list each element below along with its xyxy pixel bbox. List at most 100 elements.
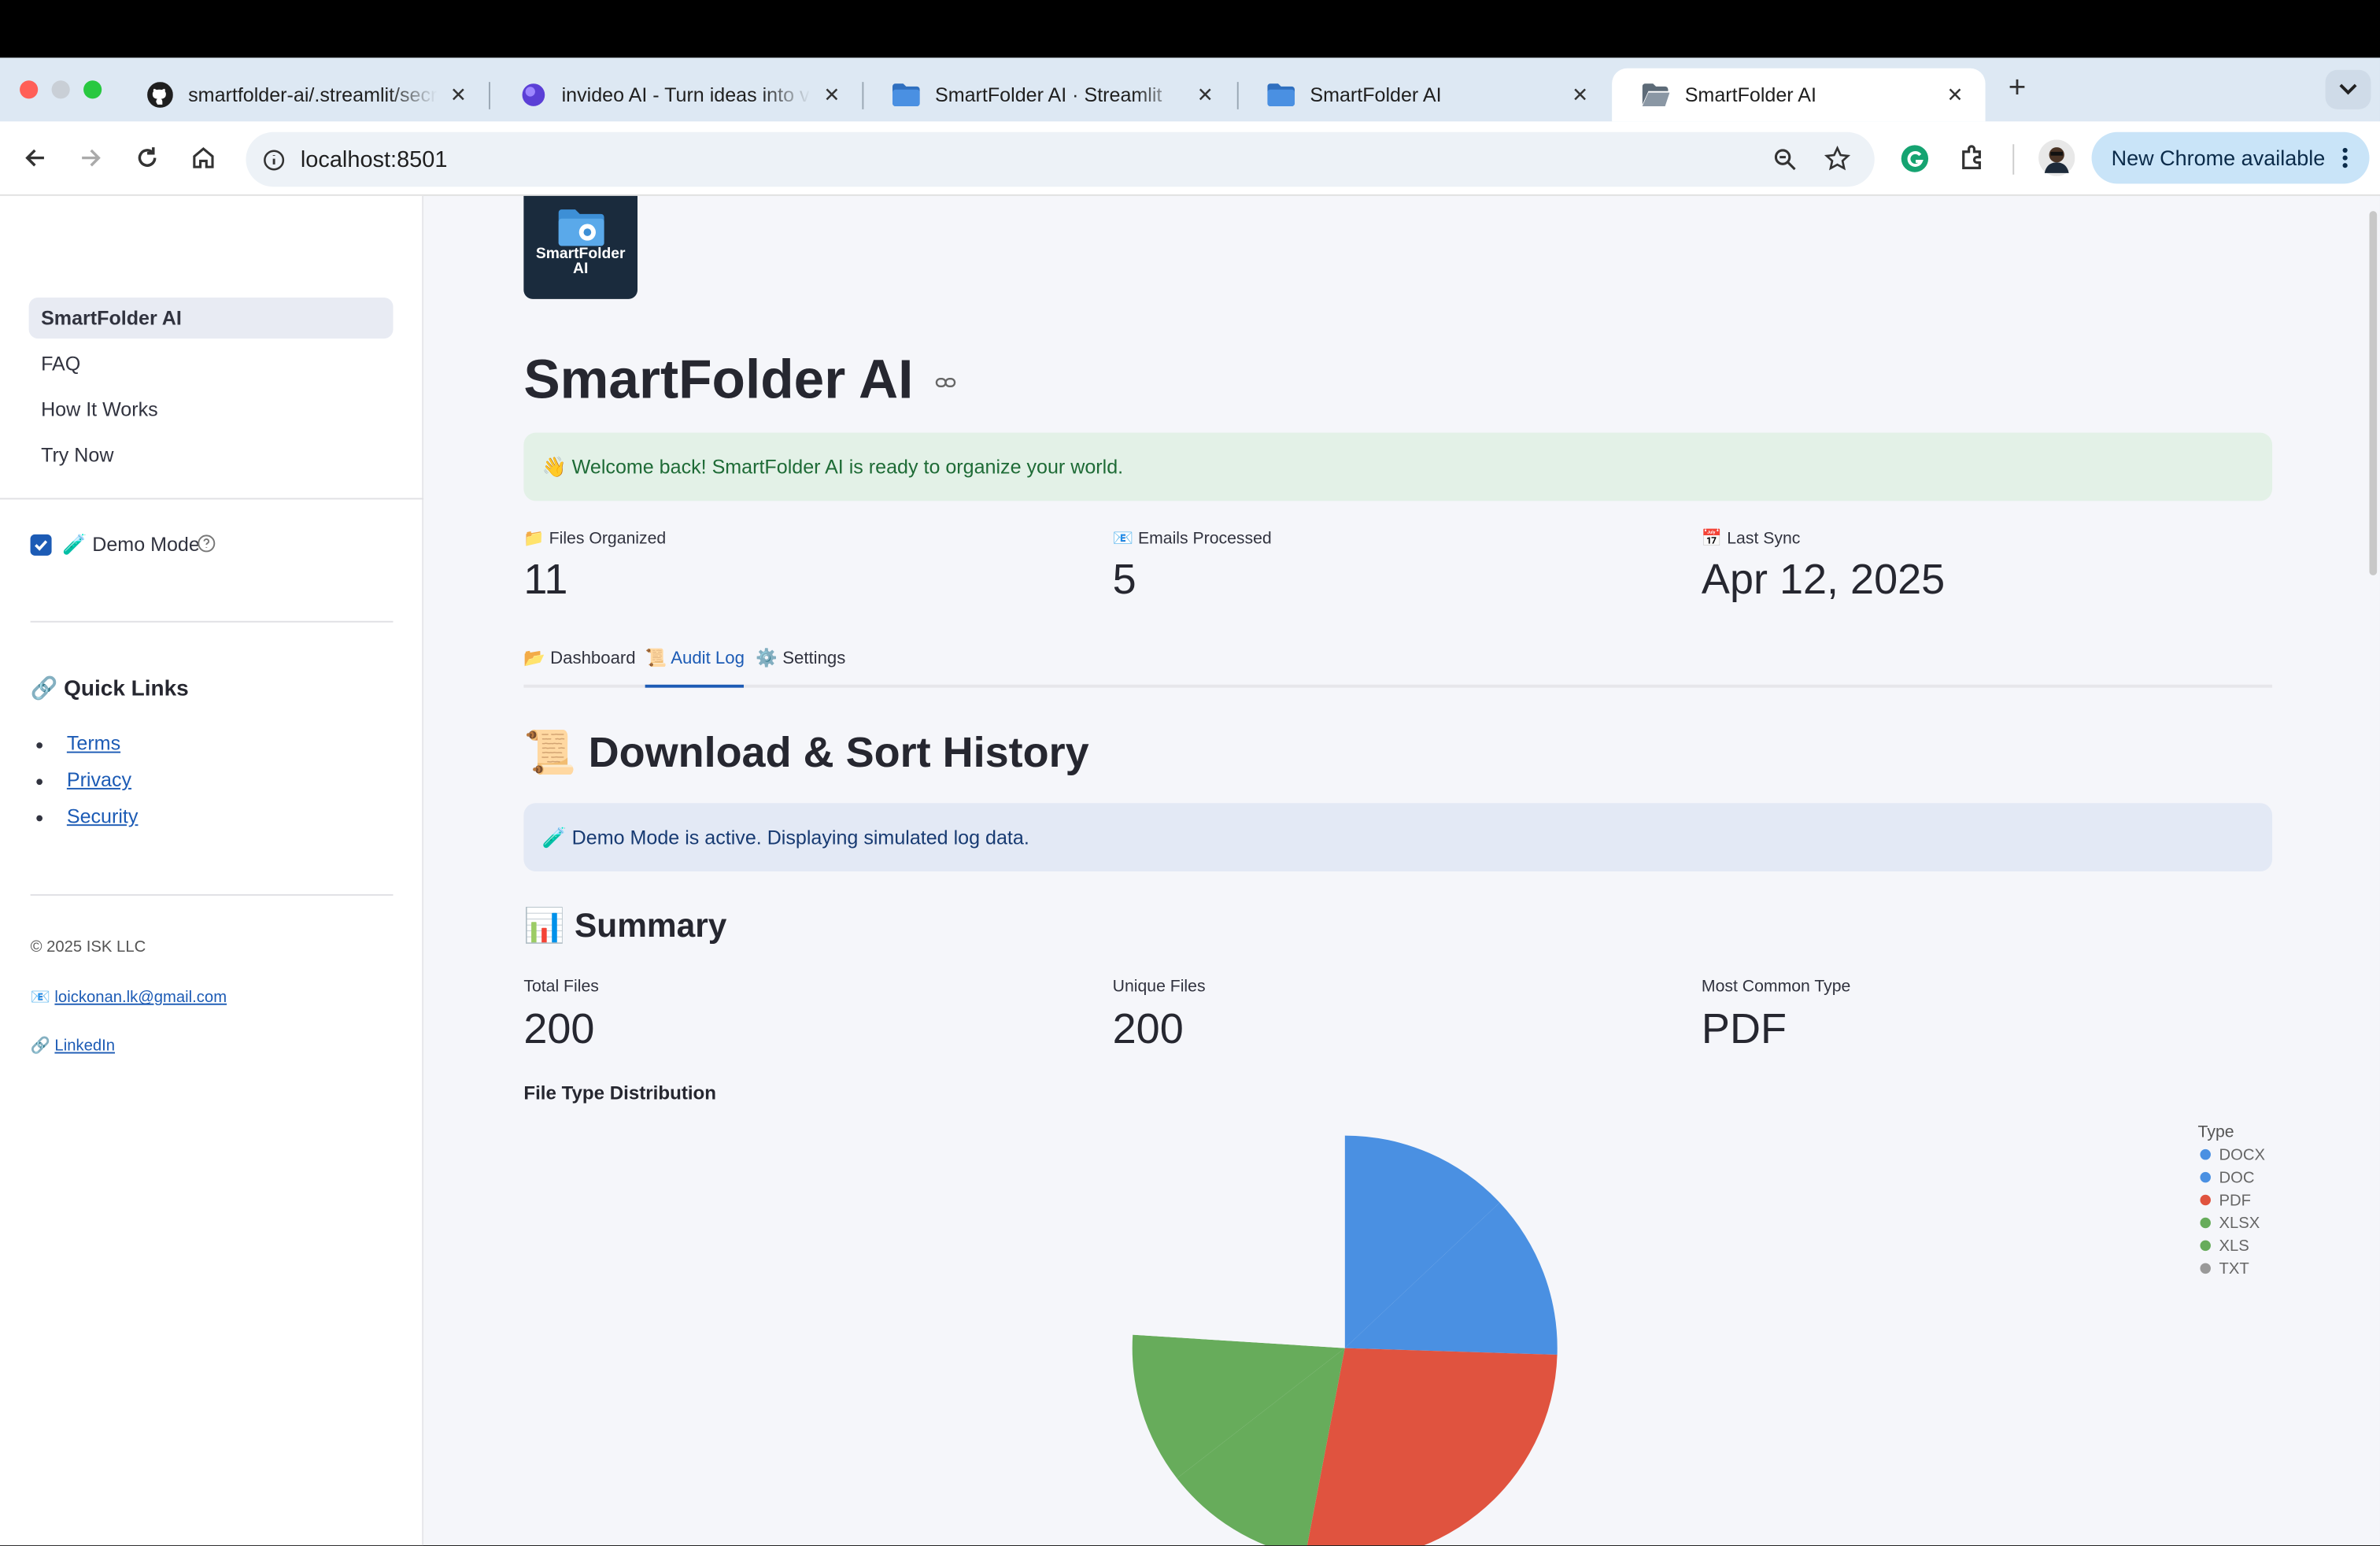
back-button[interactable] — [17, 139, 53, 176]
metric-value: 11 — [523, 555, 568, 603]
help-icon[interactable] — [198, 534, 216, 553]
sidebar-item-faq[interactable]: FAQ — [29, 343, 394, 384]
tab-title: smartfolder-ai/.streamlit/secr — [188, 83, 438, 106]
summary-value: 200 — [523, 1004, 595, 1052]
tab-title: SmartFolder AI — [1310, 83, 1442, 106]
legend-label-xlsx[interactable]: XLSX — [2219, 1215, 2260, 1232]
demo-info-alert: 🧪 Demo Mode is active. Displaying simula… — [523, 803, 2273, 871]
legend-label-pdf[interactable]: PDF — [2219, 1192, 2251, 1209]
extensions-icon[interactable] — [1958, 142, 1987, 172]
tab-title: invideo AI - Turn ideas into vid — [561, 83, 811, 106]
invideo-icon — [519, 81, 547, 109]
sidebar-item-try-now[interactable]: Try Now — [29, 435, 394, 475]
address-bar[interactable]: localhost:8501 — [246, 131, 1875, 187]
legend-swatch-docx — [2200, 1148, 2211, 1160]
new-tab-button[interactable]: + — [2001, 73, 2034, 106]
sidebar-divider — [30, 620, 394, 623]
folder-icon — [892, 81, 920, 109]
maximize-window-button[interactable] — [83, 80, 102, 99]
welcome-alert: 👋 Welcome back! SmartFolder AI is ready … — [523, 432, 2273, 501]
history-heading: 📜 Download & Sort History — [523, 728, 1089, 776]
sidebar-item-smartfolder-ai[interactable]: SmartFolder AI — [28, 297, 394, 339]
legend-swatch-xlsx — [2200, 1217, 2211, 1229]
browser-tab[interactable]: smartfolder-ai/.streamlit/secr ✕ — [116, 68, 489, 121]
page-title: SmartFolder AI — [523, 348, 955, 412]
browser-tab[interactable]: invideo AI - Turn ideas into vid ✕ — [489, 68, 862, 121]
logo-text: AI — [573, 261, 589, 278]
close-tab-icon[interactable]: ✕ — [1568, 83, 1592, 107]
avatar[interactable] — [2038, 139, 2075, 176]
tab-title: SmartFolder AI · Streamlit — [934, 83, 1162, 106]
pie-chart[interactable]: Type DOCX DOC PDF XLSX XLS TXT — [523, 1107, 2272, 1546]
star-icon[interactable] — [1824, 146, 1850, 172]
legend-swatch-pdf — [2200, 1194, 2211, 1206]
legend-label-docx[interactable]: DOCX — [2219, 1146, 2266, 1163]
security-link[interactable]: Security — [67, 804, 139, 827]
pie-slice-pdf[interactable] — [1305, 1348, 1558, 1546]
summary-heading: 📊 Summary — [523, 906, 727, 945]
folder-gear-icon — [557, 209, 604, 246]
grammarly-icon[interactable] — [1901, 144, 1930, 173]
page-scrollbar[interactable] — [2369, 211, 2378, 575]
sidebar-item-how-it-works[interactable]: How It Works — [29, 389, 394, 430]
summary-value: PDF — [1701, 1004, 1787, 1052]
legend-label-txt[interactable]: TXT — [2219, 1260, 2249, 1278]
home-button[interactable] — [185, 139, 221, 176]
chevron-down-icon — [2339, 83, 2357, 95]
page-title-text: SmartFolder AI — [523, 347, 914, 410]
chart-heading: File Type Distribution — [523, 1082, 717, 1104]
folder-open-icon — [1642, 81, 1670, 109]
legend-label-xls[interactable]: XLS — [2219, 1237, 2249, 1255]
app-logo: SmartFolder AI — [523, 195, 638, 299]
tab-audit-log[interactable]: 📜 Audit Log — [645, 648, 745, 688]
check-icon — [35, 540, 48, 551]
close-tab-icon[interactable]: ✕ — [446, 83, 471, 107]
content-tabs: 📂 Dashboard 📜 Audit Log ⚙️ Settings — [523, 648, 2273, 688]
browser-tab[interactable]: SmartFolder AI · Streamlit ✕ — [862, 68, 1235, 121]
arrow-right-icon — [82, 149, 101, 167]
terms-link[interactable]: Terms — [67, 732, 120, 755]
linkedin-link[interactable]: LinkedIn — [54, 1037, 115, 1055]
privacy-link[interactable]: Privacy — [67, 768, 131, 791]
streamlit-page: SmartFolder AI FAQ How It Works Try Now … — [0, 195, 2380, 1546]
browser-tab-active[interactable]: SmartFolder AI ✕ — [1612, 68, 1986, 122]
close-window-button[interactable] — [20, 80, 39, 99]
bullet — [36, 742, 42, 749]
close-tab-icon[interactable]: ✕ — [1193, 83, 1218, 107]
summary-value: 200 — [1112, 1004, 1184, 1052]
demo-info-text: 🧪 Demo Mode is active. Displaying simula… — [541, 825, 1029, 849]
browser-toolbar: localhost:8501 New Chrome available — [0, 121, 2380, 196]
demo-mode-label[interactable]: 🧪 Demo Mode — [62, 533, 200, 557]
email-icon: 📧 — [30, 988, 50, 1007]
close-tab-icon[interactable]: ✕ — [1943, 83, 1968, 107]
browser-tab[interactable]: SmartFolder AI ✕ — [1237, 68, 1610, 121]
legend-swatch-doc — [2200, 1171, 2211, 1183]
reload-button[interactable] — [129, 139, 165, 176]
url-text[interactable]: localhost:8501 — [301, 146, 448, 172]
folder-icon — [1267, 81, 1295, 109]
close-tab-icon[interactable]: ✕ — [819, 83, 844, 107]
zoom-icon[interactable] — [1773, 147, 1798, 172]
metric-value: 5 — [1112, 555, 1136, 603]
tab-settings[interactable]: ⚙️ Settings — [756, 648, 845, 687]
forward-button[interactable] — [73, 139, 109, 176]
tab-dashboard[interactable]: 📂 Dashboard — [523, 648, 635, 687]
new-chrome-available-button[interactable]: New Chrome available — [2091, 131, 2370, 184]
demo-mode-checkbox[interactable] — [30, 534, 52, 556]
email-row: 📧 loickonan.lk@gmail.com — [30, 987, 227, 1007]
summary-label: Total Files — [523, 977, 599, 997]
link-icon[interactable] — [934, 375, 955, 390]
metric-label: 📅 Last Sync — [1701, 530, 1801, 549]
toolbar-divider — [2012, 144, 2015, 175]
site-info-icon[interactable] — [263, 148, 286, 171]
email-link[interactable]: loickonan.lk@gmail.com — [54, 988, 227, 1006]
welcome-text: 👋 Welcome back! SmartFolder AI is ready … — [541, 454, 1124, 478]
legend-title: Type — [2198, 1123, 2234, 1141]
pie-slice-txt[interactable] — [1133, 1135, 1345, 1348]
new-chrome-label: New Chrome available — [2111, 146, 2326, 170]
minimize-window-button[interactable] — [51, 80, 70, 99]
legend-label-doc[interactable]: DOC — [2219, 1169, 2255, 1186]
tab-search-button[interactable] — [2325, 69, 2371, 109]
arrow-left-icon — [25, 149, 44, 167]
summary-label: Unique Files — [1112, 977, 1206, 997]
